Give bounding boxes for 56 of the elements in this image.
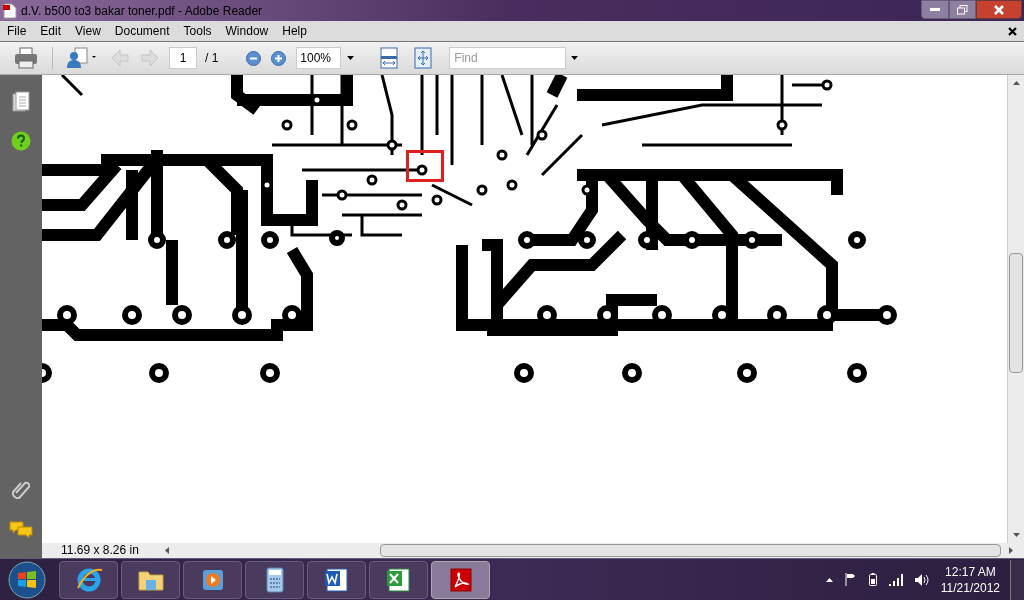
scroll-left-icon[interactable] bbox=[164, 547, 169, 554]
close-document-icon[interactable] bbox=[1008, 26, 1017, 36]
scroll-thumb[interactable] bbox=[1009, 253, 1023, 373]
taskbar-button[interactable] bbox=[369, 560, 428, 599]
scroll-down-icon[interactable] bbox=[1012, 533, 1020, 537]
scroll-up-icon[interactable] bbox=[1012, 81, 1020, 85]
page-size-label: 11.69 x 8.26 in bbox=[61, 543, 139, 558]
volume-icon[interactable] bbox=[914, 573, 929, 586]
zoom-in-icon[interactable] bbox=[271, 50, 287, 66]
clock-time[interactable]: 12:17 AM bbox=[945, 563, 996, 580]
zoom-out-icon[interactable] bbox=[246, 50, 262, 66]
vertical-scrollbar[interactable] bbox=[1007, 75, 1024, 543]
show-desktop-button[interactable] bbox=[1010, 559, 1024, 600]
menu-item[interactable]: Tools bbox=[176, 20, 219, 42]
page-number-field[interactable]: 1 bbox=[169, 47, 197, 69]
print-icon[interactable] bbox=[14, 47, 38, 69]
menu-item[interactable]: Window bbox=[218, 20, 276, 42]
battery-icon[interactable] bbox=[868, 573, 877, 586]
highlight-rectangle bbox=[406, 150, 444, 182]
fit-width-icon[interactable] bbox=[380, 47, 399, 69]
flag-icon[interactable] bbox=[844, 573, 857, 586]
menu-item[interactable]: Document bbox=[107, 20, 177, 42]
taskbar-button[interactable] bbox=[431, 560, 490, 599]
find-field[interactable]: Find bbox=[449, 47, 567, 69]
caret-icon bbox=[347, 56, 355, 60]
window-title: d.V. b500 to3 bakar toner.pdf - Adobe Reader bbox=[21, 2, 263, 20]
signal-icon[interactable] bbox=[888, 573, 903, 586]
comments-icon[interactable] bbox=[9, 521, 33, 539]
taskbar-button[interactable] bbox=[121, 560, 180, 599]
spreadsheet-icon bbox=[384, 565, 413, 594]
scroll-right-icon[interactable] bbox=[1008, 547, 1013, 554]
restore-button[interactable] bbox=[949, 0, 976, 19]
close-button[interactable] bbox=[976, 0, 1022, 19]
caret-icon[interactable] bbox=[571, 56, 579, 60]
menu-item[interactable]: File bbox=[0, 20, 34, 42]
menu-item[interactable]: View bbox=[68, 20, 108, 42]
pdf-file-icon bbox=[3, 2, 17, 19]
scroll-thumb[interactable] bbox=[379, 544, 1001, 557]
page-total: / 1 bbox=[205, 50, 219, 67]
pages-icon[interactable] bbox=[12, 91, 30, 113]
collaborate-icon[interactable] bbox=[65, 47, 97, 69]
taskbar-button[interactable] bbox=[245, 560, 304, 599]
minimize-icon bbox=[930, 7, 940, 12]
show-hidden-icons-icon[interactable] bbox=[825, 577, 833, 582]
restore-icon bbox=[957, 4, 968, 15]
taskbar-button[interactable] bbox=[307, 560, 366, 599]
taskbar-button[interactable] bbox=[59, 560, 118, 599]
start-button[interactable] bbox=[8, 560, 46, 599]
clock-date[interactable]: 11/21/2012 bbox=[940, 579, 1000, 596]
minimize-button[interactable] bbox=[921, 0, 949, 19]
close-icon bbox=[993, 4, 1005, 15]
menu-item[interactable]: Edit bbox=[33, 20, 69, 42]
full-screen-icon[interactable] bbox=[414, 47, 433, 69]
document-icon bbox=[322, 565, 351, 594]
help-icon[interactable] bbox=[11, 131, 31, 151]
menu-item[interactable]: Help bbox=[275, 20, 314, 42]
